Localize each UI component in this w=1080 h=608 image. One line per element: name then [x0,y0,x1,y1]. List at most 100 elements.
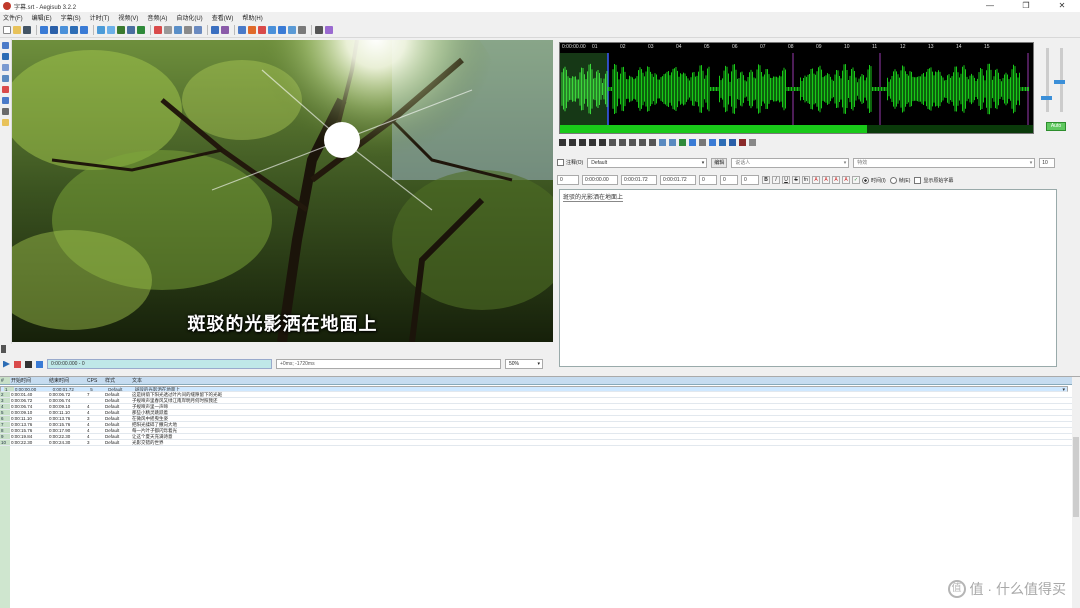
spectrum-icon[interactable] [699,138,706,146]
show-original-checkbox[interactable] [914,176,922,184]
shift-times-icon[interactable] [154,26,162,34]
styles-manager-icon[interactable] [97,26,105,34]
menu-video[interactable]: 视频(V) [118,13,138,22]
new-file-icon[interactable] [3,26,11,34]
open-audio-icon[interactable] [60,26,68,34]
go-to-icon[interactable] [689,138,696,146]
menu-view[interactable]: 查看(W) [212,13,234,22]
maximize-button[interactable]: ❐ [1008,0,1044,12]
auto-commit-button[interactable]: Auto [1046,122,1066,131]
italic-button[interactable]: I [772,176,780,184]
undo-icon[interactable] [278,26,286,34]
menu-edit[interactable]: 编辑(E) [32,13,52,22]
margin-vertical-field[interactable]: 0 [741,175,759,185]
secondary-color-button[interactable]: A [822,176,830,184]
lead-in-icon[interactable] [659,138,666,146]
vertical-zoom-thumb[interactable] [1041,96,1052,100]
table-row[interactable]: 10 0:00:22.30 0:00:24.30 3 Default 光影交错的世界 [0,440,1072,446]
play-selection-icon[interactable] [579,138,586,146]
lead-out-icon[interactable] [669,138,676,146]
edit-style-button[interactable]: 编辑 [711,157,728,168]
open-folder-icon[interactable] [13,26,21,34]
close-video-icon[interactable] [50,26,58,34]
underline-button[interactable]: U [782,176,790,184]
col-header-number[interactable]: # [0,377,10,384]
fonts-collector-icon[interactable] [127,26,135,34]
snap-start-icon[interactable] [238,26,246,34]
subtitle-grid[interactable]: # 开始时间 结束时间 CPS 样式 文本 1 0:00:00.00 0:00:01… [0,376,1080,608]
translation-icon[interactable] [174,26,182,34]
drag-tool-icon[interactable] [2,53,9,60]
actor-input[interactable]: 说话人 [731,157,850,168]
play-before-icon[interactable] [609,138,616,146]
style-select[interactable]: Default [587,157,708,168]
duration-field[interactable]: 0:00:01.72 [660,175,696,185]
audio-waveform[interactable] [560,53,1033,125]
font-button[interactable]: fn [802,176,810,184]
bold-button[interactable]: B [762,176,770,184]
spellcheck-icon[interactable] [184,26,192,34]
rotate-xy-tool-icon[interactable] [2,75,9,82]
jump-video-icon[interactable] [80,26,88,34]
stop-icon[interactable] [25,360,32,368]
comment-checkbox[interactable] [557,159,564,166]
menu-help[interactable]: 帮助(H) [242,13,262,22]
play-to-end-icon[interactable] [649,138,656,146]
auto-next-icon[interactable] [729,138,736,146]
auto-focus-icon[interactable] [739,138,746,146]
select-lines-icon[interactable] [315,26,323,34]
menu-file[interactable]: 文件(F) [3,13,23,22]
volume-thumb[interactable] [1054,80,1065,84]
save-icon[interactable] [23,26,31,34]
time-mode-radio[interactable] [862,176,869,184]
vertical-zoom-slider[interactable] [1046,48,1049,112]
vector-clip-tool-icon[interactable] [2,108,9,115]
play-first-500-icon[interactable] [629,138,636,146]
frame-mode-radio[interactable] [889,176,897,184]
timing-postprocessor-icon[interactable] [268,26,276,34]
subtitle-text-editor[interactable]: 斑驳的光影洒在地面上 [559,189,1057,367]
close-button[interactable]: ✕ [1044,0,1080,12]
spectrum-mode-icon[interactable] [749,138,756,146]
auto-scroll-icon[interactable] [719,138,726,146]
outline-color-button[interactable]: A [832,176,840,184]
rotate-z-tool-icon[interactable] [2,64,9,71]
play-after-icon[interactable] [619,138,626,146]
table-row[interactable]: 1 0:00:00.00 0:00:01.72 5 Default 斑驳的光影洒在地面上 [0,386,1068,393]
resample-icon[interactable] [164,26,172,34]
play-line-icon[interactable] [14,360,21,368]
col-header-cps[interactable]: CPS [86,377,104,384]
commit-icon[interactable] [679,138,686,146]
karaoke-icon[interactable] [709,138,716,146]
snap-end-icon[interactable] [248,26,256,34]
margin-right-field[interactable]: 0 [720,175,738,185]
editor-text[interactable]: 斑驳的光影洒在地面上 [563,192,624,202]
menu-subtitle[interactable]: 字幕(S) [61,13,81,22]
next-line-icon[interactable] [569,138,576,146]
scale-tool-icon[interactable] [2,86,9,93]
col-header-end[interactable]: 结束时间 [48,377,86,384]
start-time-field[interactable]: 0:00:00.00 [582,175,618,185]
video-time-field[interactable]: 0:00:00.000 - 0 [47,359,272,369]
col-header-text[interactable]: 文本 [131,377,1072,384]
col-header-start[interactable]: 开始时间 [10,377,48,384]
menu-audio[interactable]: 音频(A) [147,13,167,22]
effect-input[interactable]: 特效 [853,157,1036,168]
autoscroll-icon[interactable] [36,360,43,368]
commit-check-icon[interactable]: ✓ [852,176,860,184]
help-tool-icon[interactable] [2,119,9,126]
options-icon[interactable] [298,26,306,34]
keyframe-icon[interactable] [258,26,266,34]
menu-automation[interactable]: 自动化(U) [176,13,202,22]
end-time-field[interactable]: 0:00:01.72 [621,175,657,185]
layer-spinner[interactable]: 0 [557,175,579,185]
open-video-icon[interactable] [40,26,48,34]
prev-line-icon[interactable] [559,138,566,146]
redo-icon[interactable] [288,26,296,34]
shadow-color-button[interactable]: A [842,176,850,184]
standard-tool-icon[interactable] [2,42,9,49]
menu-timing[interactable]: 计时(T) [90,13,110,22]
attachments-icon[interactable] [117,26,125,34]
col-header-style[interactable]: 样式 [104,377,131,384]
seek-thumb[interactable] [1,345,6,353]
